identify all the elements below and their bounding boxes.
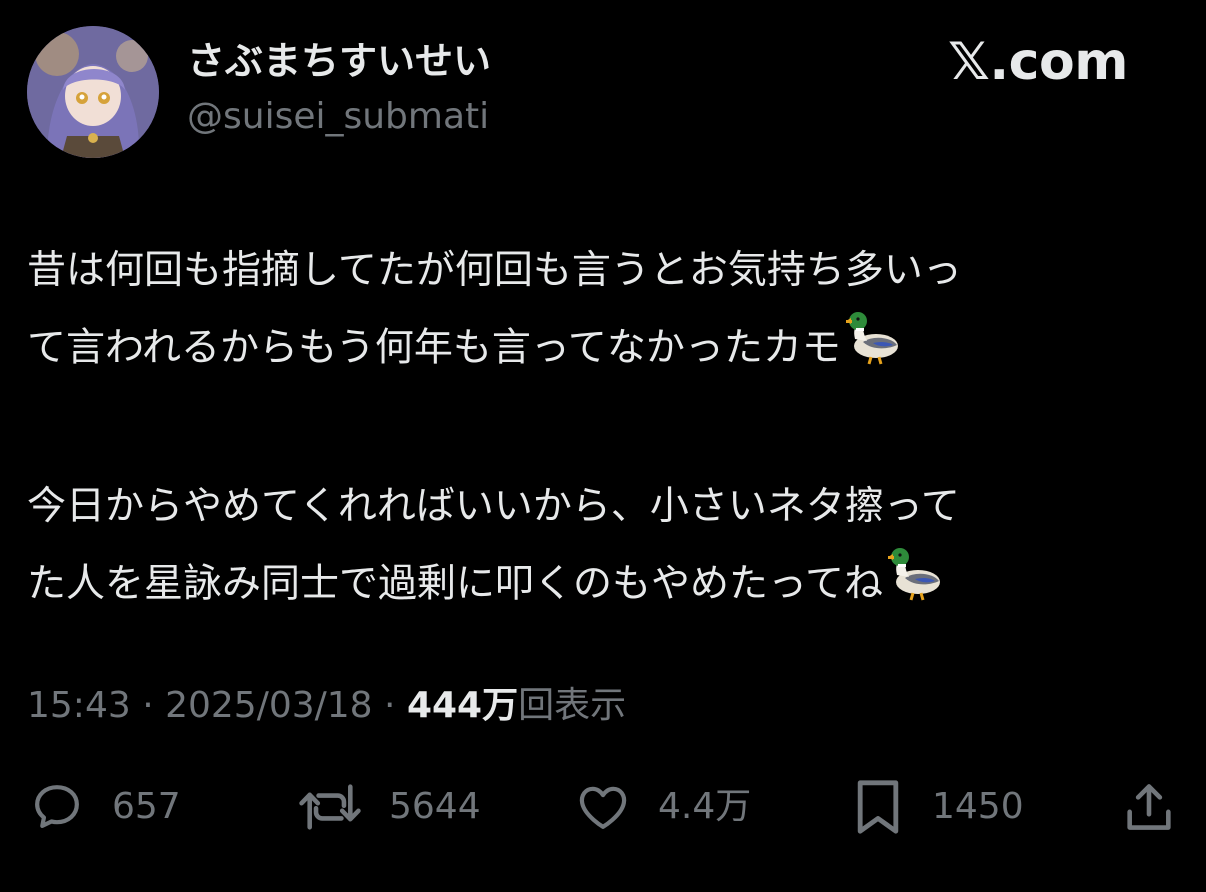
share-icon	[1127, 784, 1171, 830]
views-label: 回表示	[518, 685, 627, 726]
tweet-date[interactable]: 2025/03/18	[165, 685, 373, 726]
tweet-line: て言われるからもう何年も言ってなかったカモ	[27, 309, 1187, 391]
action-bar: 657 5644 4.4万 1450	[0, 775, 1206, 839]
display-name[interactable]: さぶまちすいせい	[187, 38, 491, 84]
tweet-line: 今日からやめてくれればいいから、小さいネタ擦って	[27, 484, 960, 529]
tweet-time[interactable]: 15:43	[27, 685, 131, 726]
share-button[interactable]	[1120, 775, 1178, 839]
retweet-icon	[299, 784, 361, 830]
reply-icon	[35, 785, 79, 828]
retweet-count: 5644	[389, 786, 481, 827]
views-count: 444万	[406, 685, 519, 726]
bookmark-button[interactable]: 1450	[850, 775, 1024, 839]
avatar[interactable]	[27, 26, 159, 158]
bookmark-count: 1450	[932, 786, 1024, 827]
duck-emoji-icon	[843, 309, 901, 391]
like-count: 4.4万	[658, 786, 752, 827]
reply-button[interactable]: 657	[28, 775, 181, 839]
bookmark-icon	[857, 780, 899, 834]
like-button[interactable]: 4.4万	[574, 775, 751, 839]
meta-separator: ·	[130, 685, 166, 726]
meta-separator: ·	[372, 685, 407, 726]
tweet-line: 昔は何回も指摘してたが何回も言うとお気持ち多いっ	[27, 248, 962, 293]
heart-icon	[579, 786, 627, 829]
tweet-text: 昔は何回も指摘してたが何回も言うとお気持ち多いっ て言われるからもう何年も言って…	[27, 232, 1187, 627]
tweet-line: た人を星詠み同士で過剰に叩くのもやめたってね	[27, 545, 1187, 627]
avatar-image	[27, 26, 159, 158]
user-handle[interactable]: @suisei_submati	[187, 95, 489, 139]
duck-emoji-icon	[885, 545, 943, 627]
tweet-meta: 15:43 · 2025/03/18 · 444万回表示	[27, 683, 626, 729]
brand-logo: 𝕏.com	[948, 32, 1128, 92]
reply-count: 657	[112, 786, 181, 827]
retweet-button[interactable]: 5644	[297, 775, 481, 839]
